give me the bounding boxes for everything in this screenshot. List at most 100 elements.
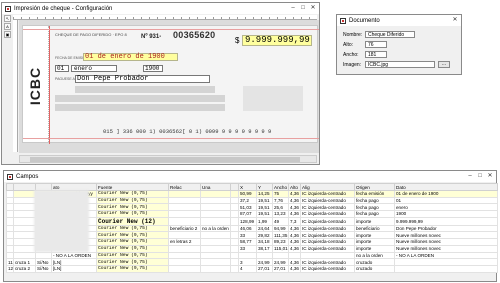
cell-ancho[interactable]: 25,6 [272, 203, 289, 212]
cell-y[interactable]: 19,51 [256, 203, 273, 212]
column-header[interactable]: X [238, 183, 257, 191]
cell-una[interactable] [200, 216, 231, 226]
cell-una[interactable] [200, 203, 231, 212]
cell-una[interactable] [200, 196, 231, 205]
cell-alig[interactable]: IC izquierda-centrado [300, 258, 355, 266]
cell-x[interactable]: 87,07 [238, 210, 257, 218]
cell-fuente[interactable]: Courier New (9,75) [96, 224, 169, 233]
cell-a[interactable] [13, 238, 36, 246]
cell-relac[interactable] [168, 216, 201, 226]
cell-fuente[interactable]: Courier New (9,75) [96, 190, 169, 198]
cell-x[interactable]: 3 [238, 258, 257, 266]
cell-ancho[interactable]: 24,99 [272, 258, 289, 266]
cell-ancho[interactable]: 13,23 [272, 210, 289, 218]
cell-f[interactable] [230, 210, 239, 218]
cell-x[interactable]: 33 [238, 231, 257, 240]
cell-dato[interactable]: 01 de enero de 1900 [394, 190, 498, 198]
document-window-titlebar[interactable]: Documento ✕ [337, 15, 461, 26]
cell-alig[interactable]: IC izquierda-centrado [300, 231, 355, 240]
amount-words-line-1[interactable] [75, 86, 215, 93]
cell-dato[interactable]: Nueve millones novec [394, 238, 498, 246]
cell-a[interactable]: cruza 2 [13, 264, 36, 273]
cell-y[interactable]: 19,51 [256, 210, 273, 218]
cell-alto[interactable]: 4,36 [288, 244, 301, 253]
cell-n[interactable] [6, 224, 14, 233]
cell-x[interactable]: 4 [238, 264, 257, 273]
cell-ancho[interactable]: 49 [272, 216, 289, 226]
cell-relac[interactable] [168, 203, 201, 212]
cell-a[interactable] [13, 210, 36, 218]
cell-n[interactable] [6, 238, 14, 246]
cell-fuente[interactable]: Courier New (9,75) [96, 210, 169, 218]
cell-alig[interactable]: IC izquierda-centrado [300, 264, 355, 273]
cell-y[interactable]: 19,51 [256, 196, 273, 205]
design-canvas[interactable]: ICBC CHEQUE DE PAGO DIFERIDO · EPO 8 Nº … [19, 20, 319, 153]
cell-relac[interactable] [168, 251, 201, 260]
cell-f[interactable] [230, 251, 239, 260]
cell-alto[interactable]: 4,36 [288, 210, 301, 218]
cell-relac[interactable] [168, 258, 201, 266]
cell-f[interactable] [230, 258, 239, 266]
cell-alto[interactable]: 7,3 [288, 216, 301, 226]
cell-una[interactable] [200, 238, 231, 246]
cell-fuente[interactable]: Courier New (9,75) [96, 258, 169, 266]
cell-alto[interactable]: 4,36 [288, 224, 301, 233]
doc-name-input[interactable]: Cheque Diferido [365, 31, 415, 38]
fields-window-titlebar[interactable]: Campos – □ ✕ [4, 171, 496, 182]
cell-alto[interactable]: 4,36 [288, 258, 301, 266]
cell-dato[interactable]: 1900 [394, 210, 498, 218]
cell-dato[interactable]: Nueve millones novec [394, 244, 498, 253]
cell-fmt[interactable]: [LN] [51, 258, 97, 266]
cell-dato[interactable]: Nueve millones novec [394, 231, 498, 240]
amount-words-line-2[interactable] [55, 95, 225, 102]
table-row[interactable]: 12 cruza 2 Sí/No [LN] Courier New (9,75) 4 27,… [6, 264, 498, 273]
cell-b[interactable] [35, 251, 52, 260]
cell-fuente[interactable]: Courier New (9,75) [96, 238, 169, 246]
cell-ancho[interactable]: 111,35 [272, 231, 289, 240]
cell-alto[interactable]: 4,36 [288, 231, 301, 240]
cell-alig[interactable]: IC izquierda-centrado [300, 224, 355, 233]
cell-dato[interactable]: Don Pepe Probador [394, 224, 498, 233]
cell-una[interactable] [200, 231, 231, 240]
cell-relac[interactable]: beneficiario 2 [168, 224, 201, 233]
cell-fuente[interactable]: Courier New (12) [96, 216, 169, 226]
cell-dato[interactable] [394, 264, 498, 273]
cell-y[interactable]: 1,99 [256, 216, 273, 226]
cell-ancho[interactable]: 89,23 [272, 238, 289, 246]
cell-y[interactable]: 24,99 [256, 258, 273, 266]
cell-origen[interactable]: importe [354, 238, 395, 246]
cell-a[interactable]: cruza 1 [13, 258, 36, 266]
cell-f[interactable] [230, 238, 239, 246]
cell-dato[interactable]: enero [394, 203, 498, 212]
cell-origen[interactable]: cruzado [354, 264, 395, 273]
cell-origen[interactable]: fecha pago [354, 203, 395, 212]
cell-y[interactable]: 14,25 [256, 190, 273, 198]
cell-relac[interactable]: en letras 2 [168, 238, 201, 246]
cell-una[interactable] [200, 190, 231, 198]
cell-n[interactable]: 11 [6, 258, 14, 266]
cell-relac[interactable] [168, 264, 201, 273]
cell-n[interactable] [6, 216, 14, 226]
cell-n[interactable] [6, 203, 14, 212]
cell-ancho[interactable]: 75 [272, 190, 289, 198]
cell-y[interactable]: 24,64 [256, 224, 273, 233]
cheque-window-titlebar[interactable]: Impresión de cheque - Configuración – □ … [2, 3, 319, 14]
cell-a[interactable] [13, 196, 36, 205]
cell-f[interactable] [230, 196, 239, 205]
cell-relac[interactable] [168, 231, 201, 240]
cell-b[interactable]: Sí/No [35, 264, 52, 273]
cell-fuente[interactable]: Courier New (9,75) [96, 231, 169, 240]
text-tool-icon[interactable]: A [4, 23, 11, 30]
cell-fuente[interactable]: Courier New (9,75) [96, 203, 169, 212]
column-header[interactable] [230, 183, 239, 191]
cell-alig[interactable]: IC izquierda-centrado [300, 210, 355, 218]
cell-f[interactable] [230, 216, 239, 226]
cell-n[interactable] [6, 210, 14, 218]
cell-n[interactable] [6, 196, 14, 205]
scrollbar-thumb[interactable] [30, 157, 300, 162]
cell-n[interactable] [6, 251, 14, 260]
close-icon[interactable]: ✕ [309, 4, 317, 12]
cell-fuente[interactable]: Courier New (9,75) [96, 264, 169, 273]
cell-alto[interactable]: 4,36 [288, 196, 301, 205]
cell-n[interactable]: 12 [6, 264, 14, 273]
